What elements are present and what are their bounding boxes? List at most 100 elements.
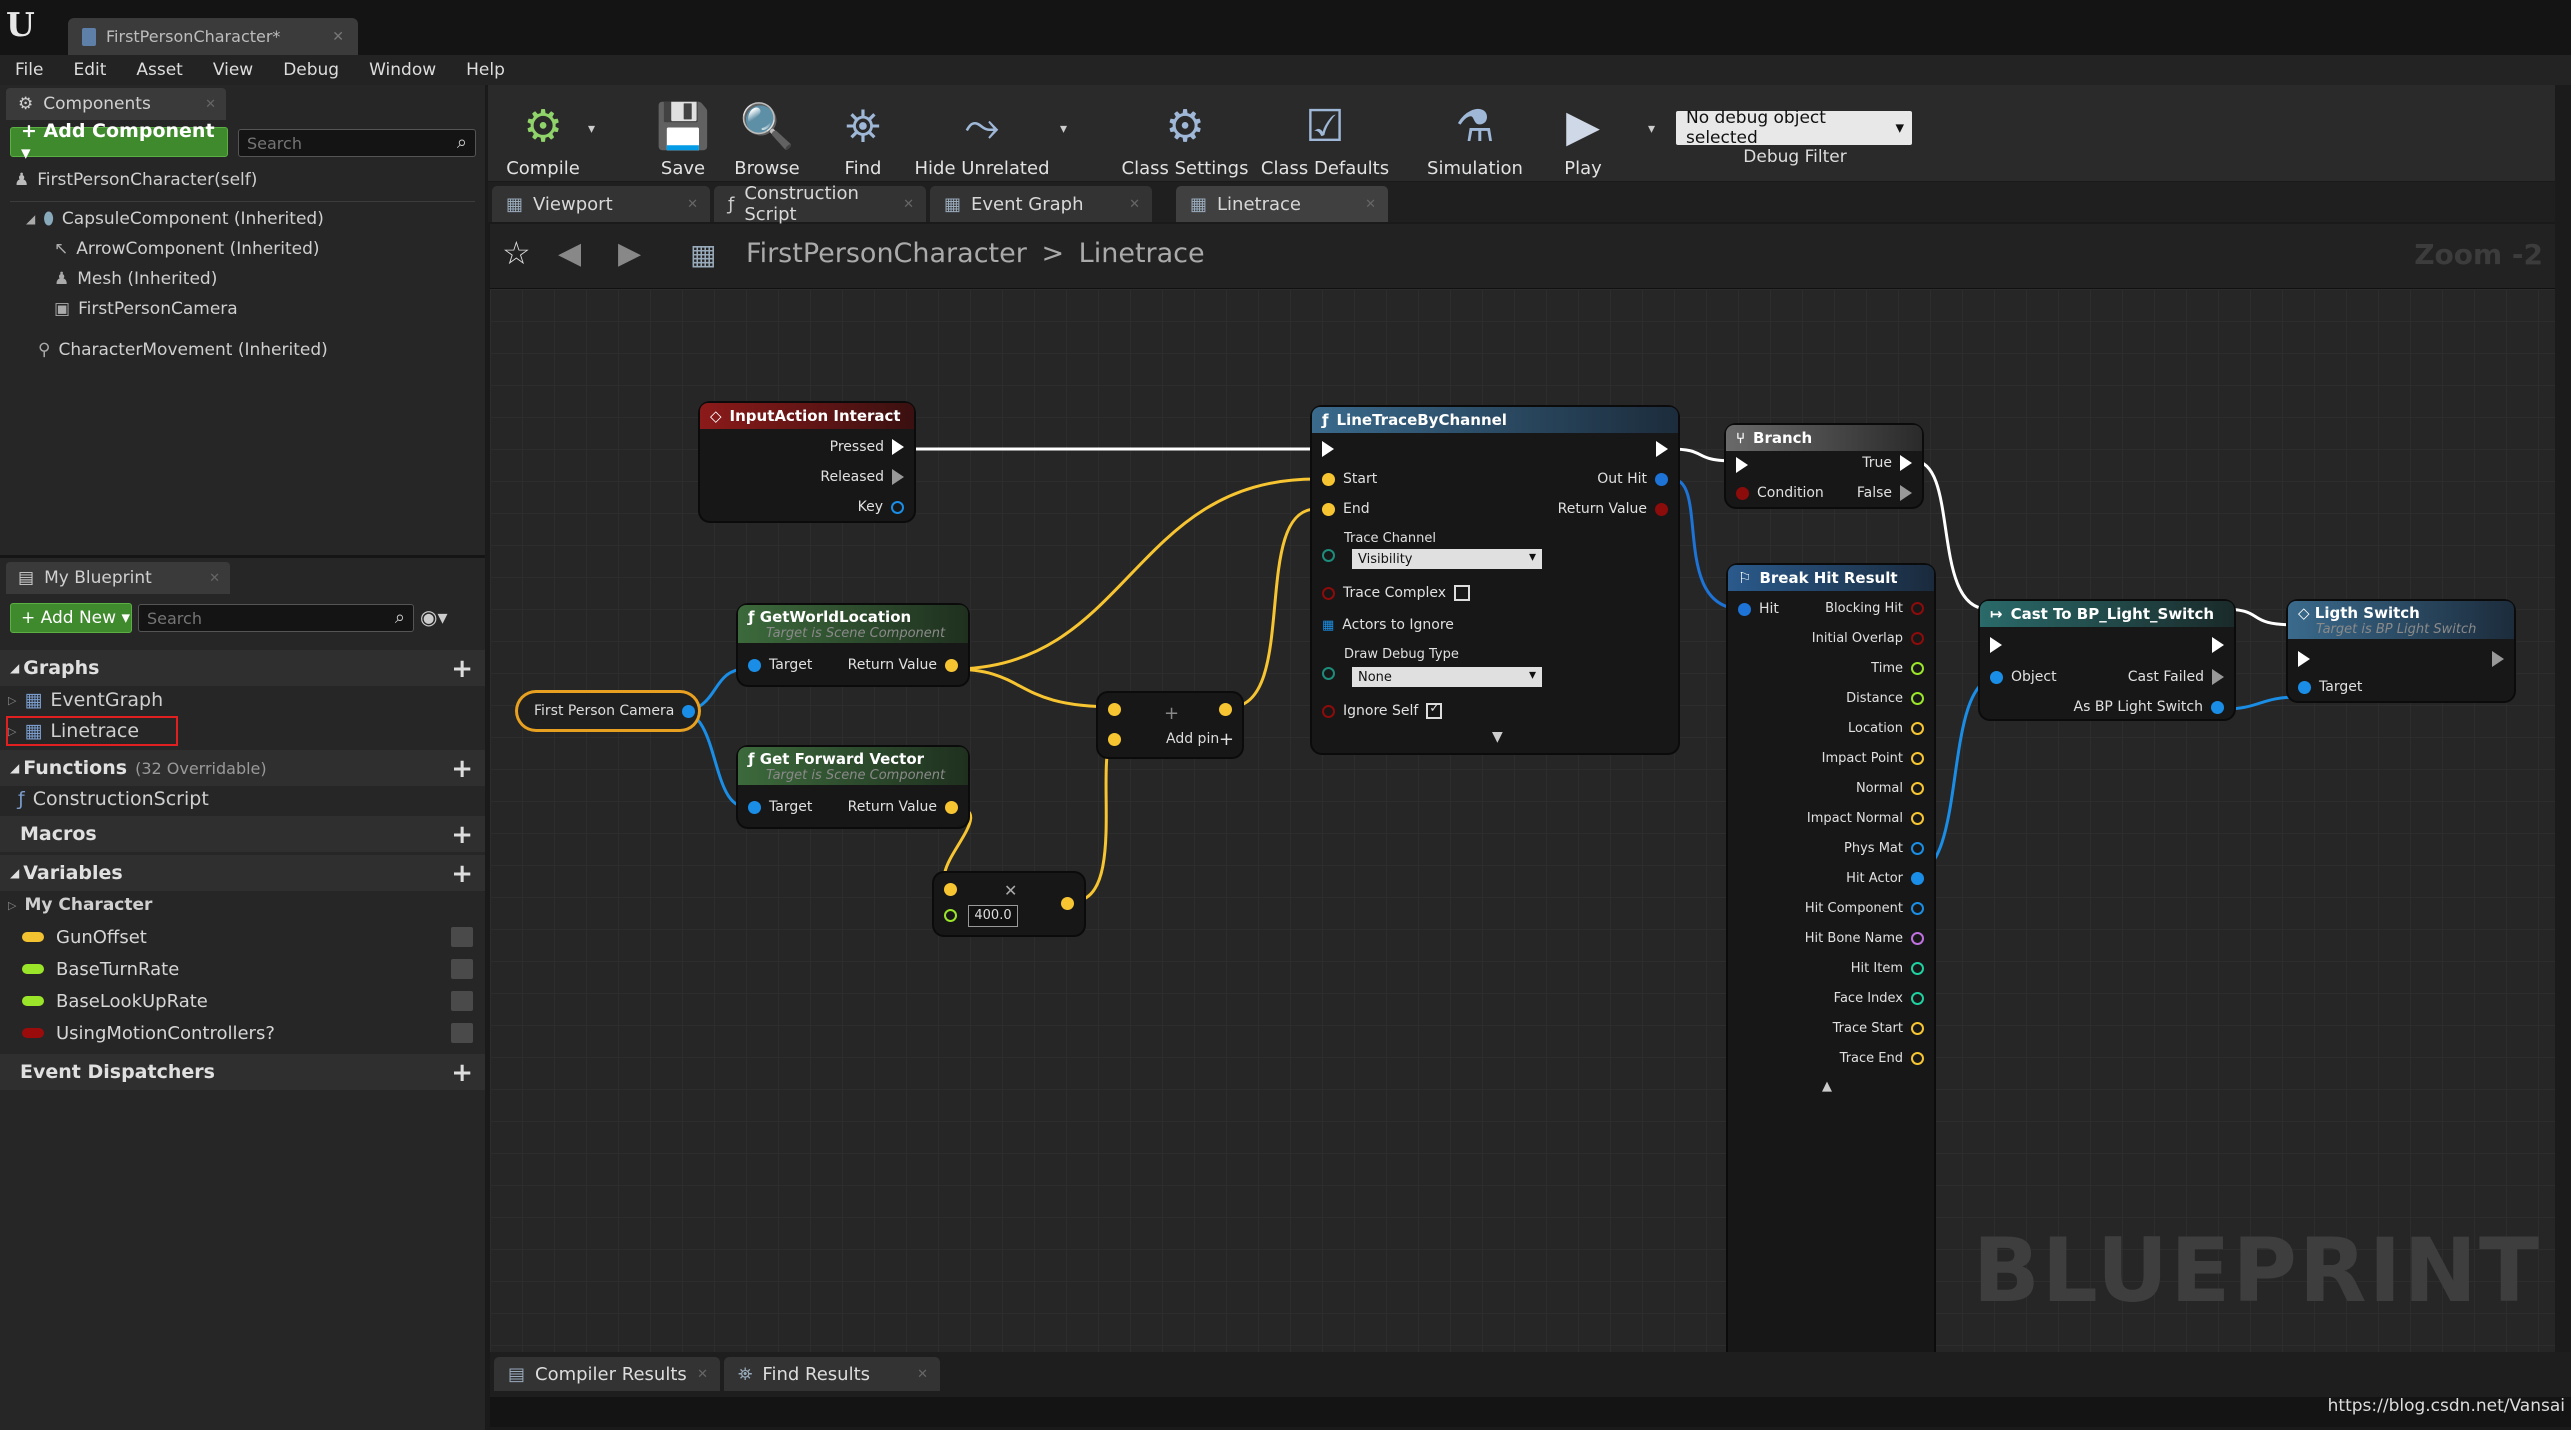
- hide-options-icon[interactable]: ▾: [1060, 121, 1067, 137]
- node-first-person-camera[interactable]: First Person Camera: [518, 693, 698, 729]
- graph-canvas[interactable]: ◇ InputAction Interact Pressed Released K…: [490, 289, 2555, 1352]
- menu-edit[interactable]: Edit: [58, 60, 121, 80]
- pin-break-out[interactable]: Time: [1871, 661, 1924, 676]
- pin-key[interactable]: Key: [858, 499, 904, 515]
- variable-category[interactable]: ▷ My Character: [8, 895, 152, 915]
- browse-button[interactable]: 🔍 Browse: [724, 89, 810, 180]
- save-button[interactable]: 💾 Save: [648, 89, 718, 180]
- pin-break-out[interactable]: Impact Point: [1822, 751, 1924, 766]
- pin-condition[interactable]: Condition: [1736, 485, 1824, 501]
- visibility-toggle[interactable]: [451, 991, 473, 1011]
- add-variable-icon[interactable]: +: [451, 859, 473, 889]
- menu-window[interactable]: Window: [354, 60, 451, 80]
- pin-break-out[interactable]: Impact Normal: [1807, 811, 1924, 826]
- add-function-icon[interactable]: +: [451, 754, 473, 784]
- variable-row[interactable]: BaseTurnRate: [0, 953, 485, 985]
- pin-target[interactable]: Target: [2298, 679, 2362, 695]
- add-macro-icon[interactable]: +: [451, 820, 473, 850]
- exec-in-pin-icon[interactable]: [2298, 651, 2310, 667]
- blueprint-search[interactable]: ⌕: [138, 604, 414, 632]
- class-defaults-button[interactable]: ☑ Class Defaults: [1260, 89, 1390, 180]
- pin-dot-icon[interactable]: [1322, 549, 1335, 562]
- component-arrow[interactable]: ↖ ArrowComponent (Inherited): [54, 239, 320, 259]
- exec-out-pin-icon[interactable]: [2212, 637, 2224, 653]
- node-break-hit-result[interactable]: ⚐ Break Hit Result Hit Blocking Hit Initi…: [1728, 565, 1934, 1352]
- my-blueprint-tab[interactable]: ▤ My Blueprint ✕: [6, 562, 230, 594]
- node-branch[interactable]: ⑂ Branch True Condition False: [1726, 425, 1922, 507]
- pin-break-out[interactable]: Trace Start: [1833, 1021, 1924, 1036]
- close-icon[interactable]: ✕: [697, 1367, 708, 1382]
- visibility-toggle[interactable]: [451, 1023, 473, 1043]
- draw-debug-select[interactable]: None: [1352, 667, 1542, 687]
- pin-out-hit[interactable]: Out Hit: [1597, 471, 1668, 487]
- exec-in-pin-icon[interactable]: [1736, 457, 1748, 473]
- tab-construction-script[interactable]: ƒ Construction Script ✕: [714, 183, 926, 225]
- pin-break-out[interactable]: Location: [1848, 721, 1924, 736]
- close-icon[interactable]: ✕: [1365, 197, 1376, 212]
- node-cast[interactable]: ↦ Cast To BP_Light_Switch Object Cast Fai…: [1980, 601, 2234, 719]
- pin-pressed[interactable]: Pressed: [830, 439, 904, 455]
- pin-hit[interactable]: Hit: [1738, 601, 1779, 617]
- add-dispatcher-icon[interactable]: +: [451, 1058, 473, 1088]
- variable-row[interactable]: GunOffset: [0, 921, 485, 953]
- menu-view[interactable]: View: [198, 60, 268, 80]
- breadcrumb-root[interactable]: FirstPersonCharacter: [746, 238, 1027, 269]
- pin-dot-icon[interactable]: [1061, 897, 1074, 910]
- close-icon[interactable]: ✕: [917, 1367, 928, 1382]
- pin-break-out[interactable]: Face Index: [1834, 991, 1924, 1006]
- add-component-button[interactable]: + Add Component ▾: [10, 120, 228, 164]
- macros-section[interactable]: Macros +: [0, 816, 485, 852]
- tab-find-results[interactable]: ⛯ Find Results ✕: [724, 1357, 940, 1391]
- trace-complex-checkbox[interactable]: [1454, 585, 1470, 601]
- tab-viewport[interactable]: ▦ Viewport ✕: [492, 186, 710, 222]
- component-mesh[interactable]: ♟ Mesh (Inherited): [54, 269, 217, 289]
- component-self[interactable]: ♟ FirstPersonCharacter(self): [14, 170, 257, 190]
- close-icon[interactable]: ✕: [205, 97, 216, 112]
- pin-dot-icon[interactable]: [1108, 703, 1121, 716]
- pin-cast-failed[interactable]: Cast Failed: [2128, 669, 2224, 685]
- visibility-toggle[interactable]: [451, 927, 473, 947]
- pin-break-out[interactable]: Normal: [1856, 781, 1924, 796]
- pin-break-out[interactable]: Hit Item: [1851, 961, 1924, 976]
- play-options-icon[interactable]: ▾: [1648, 121, 1655, 137]
- components-search-input[interactable]: [239, 130, 444, 157]
- component-capsule[interactable]: ◢ ⬮ CapsuleComponent (Inherited): [26, 209, 324, 229]
- visibility-toggle[interactable]: [451, 959, 473, 979]
- pin-start[interactable]: Start: [1322, 471, 1377, 487]
- trace-channel-select[interactable]: Visibility: [1352, 549, 1542, 569]
- exec-out-pin-icon[interactable]: [1656, 441, 1668, 457]
- pin-end[interactable]: End: [1322, 501, 1370, 517]
- tab-compiler-results[interactable]: ▤ Compiler Results ✕: [494, 1357, 720, 1391]
- pin-break-out[interactable]: Hit Bone Name: [1805, 931, 1924, 946]
- node-get-world-location[interactable]: ƒ GetWorldLocation Target is Scene Compo…: [738, 605, 968, 685]
- pin-return-value[interactable]: Return Value: [848, 657, 958, 673]
- document-tab[interactable]: FirstPersonCharacter* ✕: [68, 18, 358, 55]
- multiply-value-field[interactable]: 400.0: [968, 905, 1018, 927]
- debug-object-select[interactable]: No debug object selected ▾: [1676, 108, 1912, 148]
- pin-target[interactable]: Target: [748, 799, 812, 815]
- expand-icon[interactable]: ▼: [1492, 729, 1503, 745]
- compile-options-icon[interactable]: ▾: [588, 121, 595, 137]
- pin-dot-icon[interactable]: [944, 883, 957, 896]
- menu-debug[interactable]: Debug: [268, 60, 354, 80]
- menu-asset[interactable]: Asset: [121, 60, 197, 80]
- pin-return-value[interactable]: Return Value: [848, 799, 958, 815]
- node-line-trace[interactable]: ƒ LineTraceByChannel Start Out Hit End Re…: [1312, 407, 1678, 753]
- close-icon[interactable]: ✕: [209, 571, 220, 586]
- graph-item-eventgraph[interactable]: ▷ ▦ EventGraph: [8, 689, 163, 711]
- close-icon[interactable]: ✕: [1129, 197, 1140, 212]
- pin-actors-to-ignore[interactable]: ▦ Actors to Ignore: [1322, 617, 1454, 633]
- pin-break-out[interactable]: Distance: [1846, 691, 1924, 706]
- pin-dot-icon[interactable]: [1108, 733, 1121, 746]
- variable-row[interactable]: UsingMotionControllers?: [0, 1017, 485, 1049]
- variables-section[interactable]: ◢ Variables +: [0, 855, 485, 891]
- exec-out-pin-icon[interactable]: [2492, 651, 2504, 667]
- ignore-self-checkbox[interactable]: ✓: [1426, 701, 1443, 719]
- pin-as-light-switch[interactable]: As BP Light Switch: [2074, 699, 2224, 715]
- pin-dot-icon[interactable]: [1322, 667, 1335, 680]
- pin-trace-complex[interactable]: Trace Complex: [1322, 585, 1470, 601]
- functions-section[interactable]: ◢ Functions (32 Overridable) +: [0, 750, 485, 786]
- pin-break-out[interactable]: Initial Overlap: [1812, 631, 1924, 646]
- simulation-button[interactable]: ⚗ Simulation: [1420, 89, 1530, 180]
- components-search[interactable]: ⌕: [238, 129, 476, 157]
